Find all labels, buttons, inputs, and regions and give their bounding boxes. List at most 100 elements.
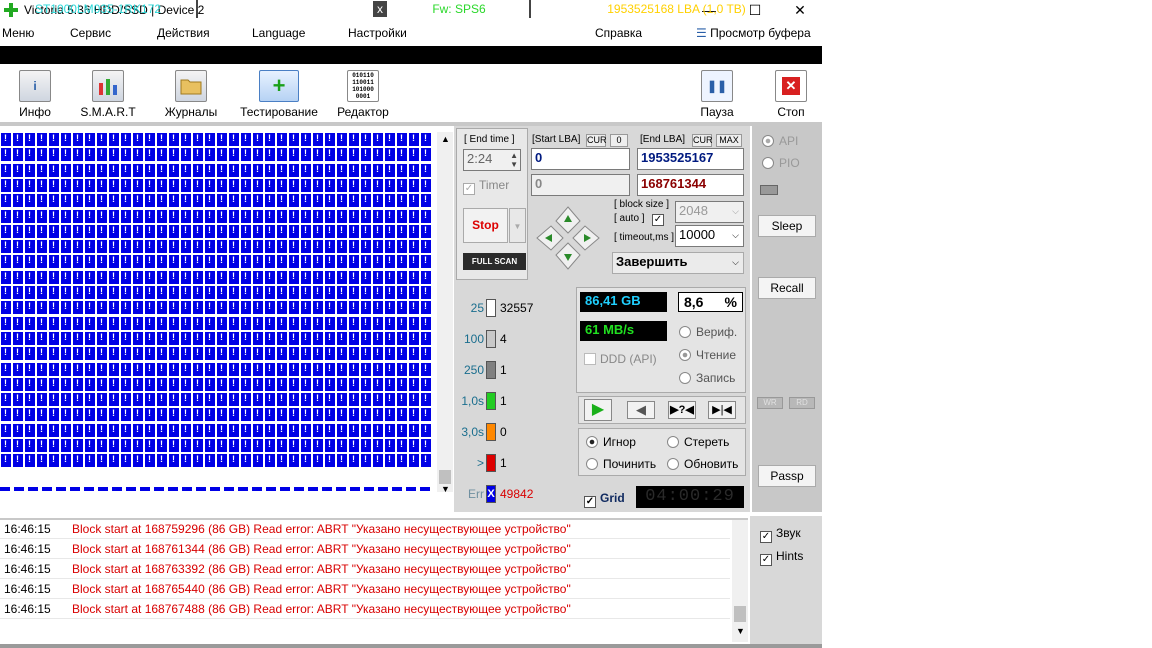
sector-block bbox=[408, 177, 420, 193]
full-scan-button[interactable]: FULL SCAN bbox=[463, 253, 526, 270]
legend-count: 49842 bbox=[500, 487, 534, 501]
sector-block bbox=[192, 269, 204, 285]
stop-toolbar-button[interactable]: ✕ Стоп bbox=[756, 70, 826, 122]
direction-pad[interactable] bbox=[535, 205, 601, 271]
sleep-button[interactable]: Sleep bbox=[758, 215, 816, 237]
read-radio[interactable]: Чтение bbox=[679, 348, 736, 362]
menu-item-actions[interactable]: Действия bbox=[157, 26, 210, 40]
sector-block bbox=[384, 285, 396, 300]
sector-block bbox=[252, 453, 264, 469]
end-cur-button[interactable]: CUR bbox=[692, 134, 713, 147]
legend-row: 3,0s 0 bbox=[456, 422, 576, 442]
pause-button[interactable]: ❚❚ Пауза bbox=[682, 70, 752, 122]
stop-scan-button[interactable]: Stop bbox=[463, 208, 508, 243]
sector-block bbox=[24, 208, 36, 224]
sound-checkbox[interactable]: ✓ Звук bbox=[760, 526, 801, 543]
repair-radio[interactable]: Починить bbox=[586, 457, 656, 471]
random-seek-icon[interactable]: ▶?◀ bbox=[668, 401, 696, 419]
sector-block bbox=[48, 285, 60, 300]
sector-block bbox=[12, 254, 24, 270]
smart-button[interactable]: S.M.A.R.T bbox=[73, 70, 143, 122]
stop-dropdown-icon[interactable]: ▼ bbox=[509, 208, 526, 243]
sector-block bbox=[360, 330, 372, 346]
menu-item-help[interactable]: Справка bbox=[595, 26, 642, 40]
drive-model: ST1000LM035-1RK172 bbox=[34, 2, 162, 16]
refresh-radio[interactable]: Обновить bbox=[667, 457, 738, 471]
testing-button[interactable]: + Тестирование bbox=[238, 70, 320, 122]
menu-item-language[interactable]: Language bbox=[252, 26, 305, 40]
sector-block bbox=[24, 223, 36, 239]
scroll-up-icon[interactable]: ▲ bbox=[441, 134, 450, 144]
sector-block bbox=[24, 193, 36, 209]
sector-block bbox=[312, 177, 324, 193]
end-time-field[interactable]: 2:24 ▲ ▼ bbox=[463, 149, 521, 171]
sector-block bbox=[300, 392, 312, 408]
sector-block bbox=[240, 269, 252, 285]
end-lba-input[interactable]: 1953525167 bbox=[637, 148, 744, 170]
sector-block bbox=[84, 407, 96, 423]
start-lba-input[interactable]: 0 bbox=[531, 148, 630, 170]
play-forward-icon[interactable]: ▶ bbox=[584, 399, 612, 421]
play-backward-icon[interactable]: ◀ bbox=[627, 401, 655, 419]
recall-button[interactable]: Recall bbox=[758, 277, 816, 299]
sector-block bbox=[300, 193, 312, 209]
passp-button[interactable]: Passp bbox=[758, 465, 816, 487]
sector-block bbox=[0, 376, 12, 392]
sector-block bbox=[96, 177, 108, 193]
sector-block bbox=[0, 193, 12, 209]
sector-block bbox=[84, 453, 96, 469]
timeout-select[interactable]: 10000 ⌵ bbox=[675, 225, 744, 247]
sector-block bbox=[0, 208, 12, 224]
journals-button[interactable]: Журналы bbox=[156, 70, 226, 122]
scroll-thumb[interactable] bbox=[439, 470, 451, 484]
hints-checkbox[interactable]: ✓ Hints bbox=[760, 549, 803, 566]
api-radio[interactable]: API bbox=[762, 134, 798, 148]
write-radio[interactable]: Запись bbox=[679, 371, 735, 385]
sector-block bbox=[96, 315, 108, 331]
timer-input[interactable]: 0 bbox=[531, 174, 630, 196]
ddd-checkbox[interactable]: DDD (API) bbox=[584, 352, 657, 366]
sector-block bbox=[312, 346, 324, 362]
clipboard-view-button[interactable]: ☰ Просмотр буфера bbox=[696, 26, 811, 40]
sector-block bbox=[228, 361, 240, 377]
sector-block bbox=[48, 269, 60, 285]
status-indicator bbox=[760, 185, 778, 195]
start-zero-button[interactable]: 0 bbox=[610, 134, 628, 147]
sector-block bbox=[192, 147, 204, 163]
spinner-icon[interactable]: ▲ ▼ bbox=[510, 151, 518, 169]
pause-label: Пауза bbox=[700, 105, 734, 119]
menu-item-settings[interactable]: Настройки bbox=[348, 26, 407, 40]
scroll-thumb[interactable] bbox=[734, 606, 746, 622]
sector-block bbox=[132, 285, 144, 300]
sector-block bbox=[372, 330, 384, 346]
grid-checkbox[interactable]: ✓ Grid bbox=[584, 491, 625, 508]
sector-block bbox=[60, 407, 72, 423]
editor-button[interactable]: 010110 110011 101000 0001 Редактор bbox=[326, 70, 400, 122]
menu-item-service[interactable]: Сервис bbox=[70, 26, 111, 40]
scroll-down-icon[interactable]: ▼ bbox=[736, 626, 745, 636]
finish-action-select[interactable]: Завершить ⌵ bbox=[612, 252, 744, 274]
grid-scrollbar[interactable]: ▲ ▼ bbox=[437, 132, 453, 494]
sector-block bbox=[240, 361, 252, 377]
timer-checkbox[interactable]: ✓ Timer bbox=[463, 178, 509, 195]
block-size-select[interactable]: 2048 ⌵ bbox=[675, 201, 744, 223]
ignore-radio[interactable]: Игнор bbox=[586, 435, 636, 449]
log-scrollbar[interactable]: ▼ bbox=[732, 520, 748, 642]
sector-block bbox=[120, 132, 132, 147]
pio-radio[interactable]: PIO bbox=[762, 156, 800, 170]
menu-item-menu[interactable]: Меню bbox=[2, 26, 34, 40]
sector-block bbox=[0, 269, 12, 285]
sector-block bbox=[132, 361, 144, 377]
info-button[interactable]: i Инфо bbox=[0, 70, 70, 122]
scroll-down-icon[interactable]: ▼ bbox=[441, 484, 450, 494]
end-max-button[interactable]: MAX bbox=[716, 134, 742, 147]
info-close-button[interactable]: x bbox=[373, 1, 387, 17]
sector-block bbox=[60, 300, 72, 316]
butterfly-icon[interactable]: ▶|◀ bbox=[708, 401, 736, 419]
start-cur-button[interactable]: CUR bbox=[586, 134, 607, 147]
sector-block bbox=[312, 269, 324, 285]
sector-block bbox=[360, 147, 372, 163]
erase-radio[interactable]: Стереть bbox=[667, 435, 729, 449]
auto-block-checkbox[interactable]: ✓ bbox=[652, 214, 664, 226]
verify-radio[interactable]: Вериф. bbox=[679, 325, 737, 339]
